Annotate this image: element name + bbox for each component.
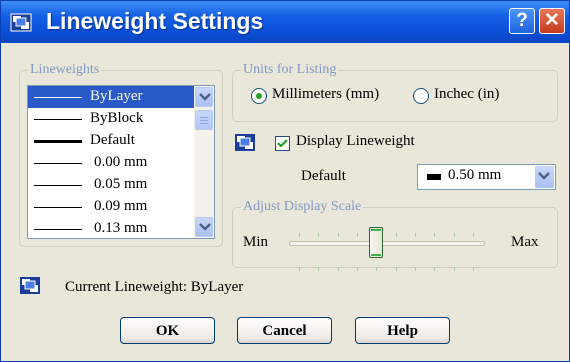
lineweight-label: ByLayer xyxy=(90,88,143,104)
title-bar[interactable]: Lineweight Settings ? ✕ xyxy=(1,1,569,43)
checkmark-icon xyxy=(277,139,288,148)
scale-tick xyxy=(299,233,300,237)
lineweight-label: 0.13 mm xyxy=(94,220,148,236)
chevron-down-icon xyxy=(199,93,211,101)
lineweight-icon xyxy=(20,277,40,294)
scale-tick xyxy=(473,233,474,237)
chevron-down-icon xyxy=(538,172,550,180)
lineweights-legend: Lineweights xyxy=(28,62,102,78)
lineweight-sample xyxy=(34,140,82,143)
display-scale-group: Adjust Display Scale xyxy=(232,199,558,268)
lineweight-sample xyxy=(34,229,82,230)
lineweights-scrollbar[interactable] xyxy=(194,86,214,238)
lineweight-label: Default xyxy=(90,132,135,148)
lineweights-listbox[interactable]: ByLayer ByBlock Default 0.00 mm 0.05 mm … xyxy=(27,85,215,239)
lineweight-item-default[interactable]: Default xyxy=(28,130,194,152)
scale-tick xyxy=(473,267,474,271)
lineweight-label: 0.05 mm xyxy=(94,176,148,192)
scale-tick xyxy=(299,267,300,271)
scale-tick xyxy=(434,233,436,237)
scale-tick xyxy=(434,267,436,271)
lineweight-icon xyxy=(235,134,255,151)
close-button[interactable]: ✕ xyxy=(539,8,565,34)
lineweight-settings-dialog: Lineweight Settings ? ✕ Lineweights ByLa… xyxy=(0,0,570,362)
scale-tick xyxy=(318,267,320,271)
default-lineweight-select[interactable]: 0.50 mm xyxy=(417,164,556,190)
lineweight-label: ByBlock xyxy=(90,110,144,126)
scale-min-label: Min xyxy=(243,234,269,250)
scroll-up-button[interactable] xyxy=(195,87,213,107)
lineweight-item-009[interactable]: 0.09 mm xyxy=(28,196,194,218)
default-lineweight-value: 0.50 mm xyxy=(448,167,502,183)
scale-tick xyxy=(318,233,320,237)
display-lineweight-label: Display Lineweight xyxy=(296,133,415,149)
scroll-down-button[interactable] xyxy=(195,217,213,237)
lineweight-sample xyxy=(34,97,82,98)
scale-tick xyxy=(453,233,455,237)
scale-max-label: Max xyxy=(511,234,539,250)
chevron-down-icon xyxy=(199,223,211,231)
lineweight-item-000[interactable]: 0.00 mm xyxy=(28,152,194,174)
lineweight-item-bylayer[interactable]: ByLayer xyxy=(28,86,194,108)
scale-tick xyxy=(415,233,416,237)
lineweight-sample xyxy=(34,163,82,164)
lineweight-item-005[interactable]: 0.05 mm xyxy=(28,174,194,196)
scale-tick xyxy=(357,233,358,237)
lineweight-swatch xyxy=(427,174,441,180)
units-legend: Units for Listing xyxy=(241,62,339,78)
ok-button[interactable]: OK xyxy=(120,317,215,344)
scale-tick xyxy=(337,233,339,237)
scroll-thumb[interactable] xyxy=(195,110,213,130)
lineweight-label: 0.00 mm xyxy=(94,154,148,170)
cancel-button[interactable]: Cancel xyxy=(237,317,332,344)
units-in-label: Inchec (in) xyxy=(434,86,500,102)
dropdown-button[interactable] xyxy=(535,166,554,188)
radio-selected-dot xyxy=(256,93,262,99)
display-scale-legend: Adjust Display Scale xyxy=(241,199,364,215)
scale-tick xyxy=(337,267,339,271)
lineweight-app-icon xyxy=(10,13,32,32)
radio-button[interactable] xyxy=(251,88,267,104)
scale-slider-thumb[interactable] xyxy=(369,227,383,258)
scale-tick xyxy=(453,267,455,271)
scale-slider-track[interactable] xyxy=(289,241,485,246)
scale-tick xyxy=(395,267,397,271)
scale-tick xyxy=(395,233,397,237)
help-button[interactable]: Help xyxy=(355,317,450,344)
units-mm-label: Millimeters (mm) xyxy=(272,86,380,102)
default-label: Default xyxy=(301,168,346,184)
radio-button[interactable] xyxy=(413,88,429,104)
lineweight-item-byblock[interactable]: ByBlock xyxy=(28,108,194,130)
lineweight-item-013[interactable]: 0.13 mm xyxy=(28,218,194,238)
lineweight-sample xyxy=(34,185,82,186)
lineweight-label: 0.09 mm xyxy=(94,198,148,214)
scale-tick xyxy=(415,267,416,271)
display-lineweight-checkbox[interactable] xyxy=(275,136,290,151)
scale-tick xyxy=(376,267,378,271)
window-title: Lineweight Settings xyxy=(46,8,264,34)
title-help-button[interactable]: ? xyxy=(509,8,535,34)
lineweight-sample xyxy=(34,207,82,208)
lineweight-sample xyxy=(34,119,82,120)
current-lineweight: Current Lineweight: ByLayer xyxy=(65,279,244,295)
scale-tick xyxy=(357,267,358,271)
